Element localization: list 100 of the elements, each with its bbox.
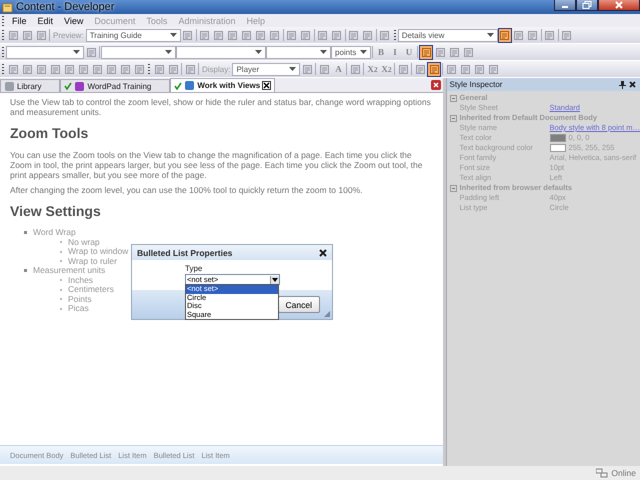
paragraph: You can use the Zoom tools on the View tab to change the magnification of a page. Each time you click the Zoom in tool, the print appears larger, but you see less of the page. Each time you click the Zoom out tool, the print appears smaller, but you see more of the page. [10, 150, 424, 180]
document-icon [22, 30, 32, 40]
panel-title: Style Inspector [450, 80, 504, 89]
grip-handle[interactable] [394, 30, 396, 40]
restore-button[interactable] [576, 0, 598, 11]
app-icon [2, 2, 13, 12]
document-icon [302, 64, 313, 74]
toolbar-label: Display: [202, 64, 230, 74]
list-item: Wrap to window [68, 247, 128, 256]
list-item: No wrap [68, 238, 100, 247]
document-icon [462, 46, 474, 58]
document-icon [434, 46, 446, 58]
caret-icon [272, 278, 278, 282]
menu-item[interactable]: View [59, 14, 88, 27]
document-icon [331, 30, 342, 40]
toolbar-button[interactable]: U [402, 44, 416, 60]
checkmark-icon [174, 82, 182, 90]
close-icon[interactable] [319, 248, 327, 256]
document-icon [362, 30, 374, 40]
caret-icon [165, 50, 172, 54]
document-icon [398, 64, 409, 74]
toolbar-button[interactable]: B [374, 44, 388, 60]
list-item: Wrap to ruler [68, 256, 117, 266]
toolbar-button[interactable] [498, 28, 512, 42]
window-title: Content - Developer [16, 1, 116, 13]
field-label: Type [185, 264, 204, 273]
document-icon [154, 64, 164, 74]
document-icon [317, 30, 328, 40]
dropdown[interactable]: points [331, 46, 371, 58]
collapse-icon[interactable] [450, 184, 457, 192]
dropdown[interactable]: Details view [398, 28, 498, 42]
dropdown[interactable] [176, 46, 266, 58]
list-item: Points [68, 294, 92, 304]
document-icon [488, 64, 499, 74]
document-icon [513, 30, 524, 40]
document-icon [36, 64, 46, 74]
toolbar-button[interactable]: A [331, 62, 346, 76]
dropdown[interactable] [266, 46, 331, 58]
document-icon [561, 30, 572, 40]
caret-icon [320, 50, 327, 54]
document-icon [474, 64, 485, 74]
paragraph: Use the View tab to control the zoom level, show or hide the ruler and status bar, change word wrapping options and measurement units. [10, 97, 432, 117]
heading: View Settings [10, 203, 102, 219]
caret-icon [360, 50, 367, 54]
document-tab[interactable]: Work with Views [170, 78, 276, 92]
close-button[interactable] [598, 0, 640, 11]
toolbar-button[interactable] [427, 62, 442, 76]
document-icon [300, 30, 312, 40]
document-icon [36, 30, 46, 40]
document-icon [168, 64, 178, 74]
document-tab[interactable]: Library [0, 79, 60, 92]
minimize-button[interactable] [554, 0, 576, 11]
toolbar-label: Preview: [53, 30, 84, 40]
document-icon [184, 64, 196, 74]
collapse-icon[interactable] [450, 94, 457, 102]
page-icon [74, 80, 86, 92]
caret-icon [170, 33, 177, 37]
paragraph: After changing the zoom level, you can use the 100% tool to quickly return the zoom to 100%. [10, 185, 364, 195]
resize-grip-icon[interactable] [324, 311, 330, 317]
caret-icon [73, 50, 80, 54]
document-icon [106, 64, 116, 74]
toolbar-button[interactable] [419, 44, 433, 60]
page-icon [184, 80, 196, 91]
document-icon [350, 64, 361, 74]
document-icon [78, 64, 88, 74]
document-icon [64, 64, 74, 74]
restore-icon [582, 1, 592, 9]
list-item: Centimeters [68, 285, 114, 294]
document-icon [527, 30, 538, 40]
page-icon [4, 80, 15, 92]
dropdown[interactable]: Training Guide [86, 28, 181, 42]
document-icon [286, 30, 298, 40]
cancel-button[interactable]: Cancel [278, 296, 320, 313]
pin-icon[interactable] [619, 80, 626, 88]
document-icon [92, 64, 102, 74]
menu-item[interactable]: File [7, 14, 32, 27]
toolbar-button[interactable]: I [388, 44, 402, 60]
document-icon [86, 46, 96, 58]
status-text: Online [611, 468, 636, 478]
network-icon [596, 468, 608, 478]
caret-icon [255, 50, 262, 54]
close-icon[interactable] [262, 81, 272, 90]
caret-icon [486, 33, 494, 37]
grip-handle[interactable] [148, 64, 150, 74]
document-icon [199, 30, 210, 40]
document-icon [182, 30, 194, 40]
document-icon [8, 64, 18, 74]
document-icon [420, 46, 432, 58]
document-icon [446, 64, 457, 74]
menu-item[interactable]: Edit [32, 14, 58, 27]
collapse-icon[interactable] [450, 114, 457, 122]
document-icon [120, 64, 130, 74]
document-icon [448, 46, 460, 58]
close-icon[interactable] [629, 81, 636, 88]
document-icon [134, 64, 144, 74]
dropdown[interactable]: Player [232, 62, 300, 76]
document-icon [269, 30, 280, 40]
document-tab[interactable]: WordPad Training [60, 79, 170, 92]
document-icon [241, 30, 252, 40]
dropdown[interactable] [101, 46, 176, 58]
